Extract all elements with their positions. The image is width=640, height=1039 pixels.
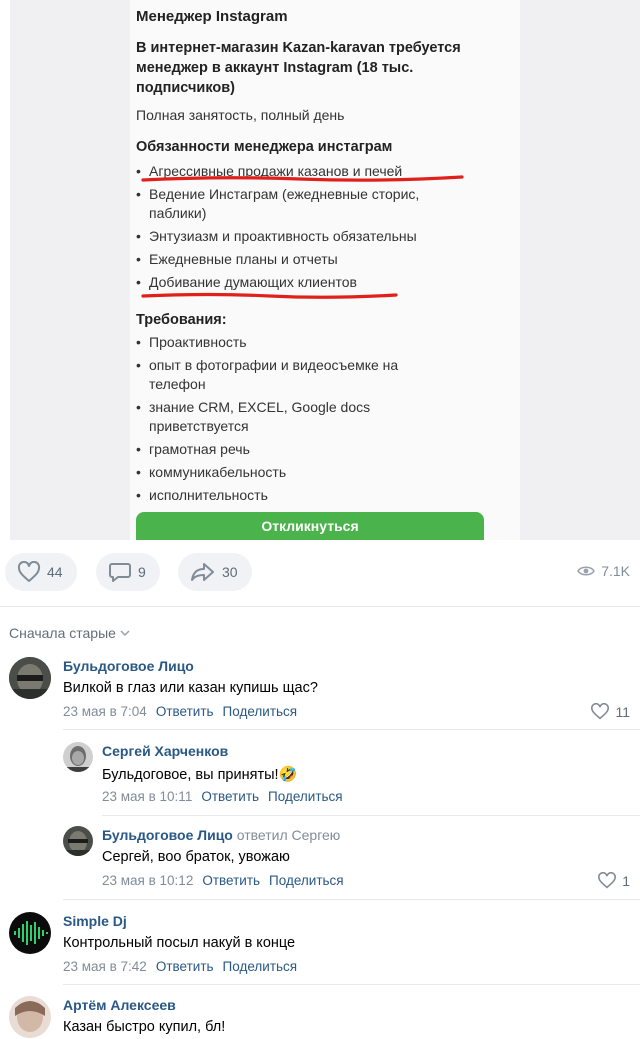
sort-dropdown[interactable]: Сначала старые (9, 625, 130, 641)
comment-author[interactable]: Артём Алексеев (63, 997, 176, 1013)
avatar[interactable] (9, 996, 51, 1038)
comment-icon (109, 563, 131, 582)
share-button[interactable]: 30 (178, 553, 252, 591)
share-link[interactable]: Поделиться (223, 959, 298, 974)
avatar[interactable] (63, 742, 93, 772)
comment-text: Контрольный посыл накуй в конце (63, 935, 296, 951)
heart-icon (591, 703, 610, 720)
comment-text-body: Бульдоговое, вы приняты! (102, 767, 279, 783)
comment-text: Сергей, воо браток, увожаю (102, 849, 290, 865)
requirement-item: Проактивность (136, 333, 446, 352)
duty-item: Энтузиазм и проактивность обязательны (136, 227, 476, 246)
duty-item: Ведение Инстаграм (ежедневные сторис, па… (136, 185, 476, 223)
reply-link[interactable]: Ответить (156, 704, 214, 719)
comment-time[interactable]: 23 мая в 10:12 (102, 873, 193, 888)
comment-meta: 23 мая в 10:11 Ответить Поделиться (102, 789, 343, 804)
views-counter: 7.1K (577, 563, 630, 579)
apply-button[interactable]: Откликнуться (136, 512, 484, 540)
vacancy-title: Менеджер Instagram (136, 8, 288, 25)
reply-link[interactable]: Ответить (156, 959, 214, 974)
share-count: 30 (222, 564, 238, 580)
duties-heading: Обязанности менеджера инстаграм (136, 139, 393, 155)
comment-text: Бульдоговое, вы приняты!🤣 (102, 765, 297, 783)
comment-author-name[interactable]: Бульдоговое Лицо (102, 827, 233, 843)
comment-author[interactable]: Бульдоговое Лицо ответил Сергею (102, 827, 340, 843)
laughing-emoji: 🤣 (278, 766, 298, 783)
requirement-item: исполнительность (136, 486, 446, 505)
avatar[interactable] (9, 912, 51, 954)
comment-count: 9 (138, 564, 146, 580)
divider (102, 815, 640, 816)
comment-author[interactable]: Simple Dj (63, 913, 127, 929)
eye-icon (577, 566, 596, 576)
comment-like-count: 11 (615, 703, 630, 720)
comment-button[interactable]: 9 (96, 553, 160, 591)
share-icon (191, 563, 214, 581)
requirement-item: опыт в фотографии и видеосъемке на телеф… (136, 356, 446, 394)
heart-icon (17, 561, 41, 582)
reply-to-label[interactable]: ответил Сергею (237, 827, 341, 843)
reply-link[interactable]: Ответить (202, 873, 260, 888)
avatar-image (63, 826, 93, 856)
sound-wave-icon (9, 912, 51, 954)
vacancy-subtitle: В интернет-магазин Kazan-karavan требует… (136, 40, 461, 96)
vacancy-employment: Полная занятость, полный день (136, 107, 345, 123)
chevron-down-icon (120, 629, 130, 636)
comment-author[interactable]: Сергей Харченков (102, 743, 228, 759)
comment-meta: 23 мая в 10:12 Ответить Поделиться (102, 873, 344, 888)
avatar-image (9, 657, 51, 699)
comment-like-button[interactable]: 1 (597, 872, 630, 889)
reply-link[interactable]: Ответить (201, 789, 259, 804)
avatar[interactable] (63, 826, 93, 856)
comment-time[interactable]: 23 мая в 7:42 (63, 959, 147, 974)
comment-text: Казан быстро купил, бл! (63, 1019, 226, 1035)
like-count: 44 (47, 564, 63, 580)
share-link[interactable]: Поделиться (268, 789, 343, 804)
like-button[interactable]: 44 (5, 553, 77, 591)
share-link[interactable]: Поделиться (269, 873, 344, 888)
divider (0, 606, 640, 607)
comment-meta: 23 мая в 7:04 Ответить Поделиться (63, 704, 297, 719)
divider (63, 984, 640, 985)
avatar-image (9, 996, 51, 1038)
divider (63, 729, 640, 730)
requirements-heading: Требования: (136, 312, 227, 328)
comment-time[interactable]: 23 мая в 10:11 (102, 789, 192, 804)
sort-label: Сначала старые (9, 625, 116, 641)
heart-icon (598, 872, 617, 889)
divider (63, 899, 640, 900)
comment-time[interactable]: 23 мая в 7:04 (63, 704, 147, 719)
duty-item: Ежедневные планы и отчеты (136, 250, 476, 269)
comment-text: Вилкой в глаз или казан купишь щас? (63, 680, 318, 696)
avatar[interactable] (9, 657, 51, 699)
requirement-item: грамотная речь (136, 440, 446, 459)
requirements-list: Проактивность опыт в фотографии и видеос… (136, 333, 446, 509)
requirement-item: коммуникабельность (136, 463, 446, 482)
requirement-item: знание CRM, EXCEL, Google docs приветств… (136, 398, 446, 436)
red-underline-mark (141, 175, 464, 182)
comment-like-button[interactable]: 11 (590, 703, 630, 720)
avatar-image (63, 742, 93, 772)
comment-author[interactable]: Бульдоговое Лицо (63, 658, 194, 674)
views-count: 7.1K (601, 563, 630, 579)
red-underline-mark (141, 292, 398, 299)
share-link[interactable]: Поделиться (223, 704, 298, 719)
comment-meta: 23 мая в 7:42 Ответить Поделиться (63, 959, 297, 974)
comment-like-count: 1 (622, 872, 630, 889)
